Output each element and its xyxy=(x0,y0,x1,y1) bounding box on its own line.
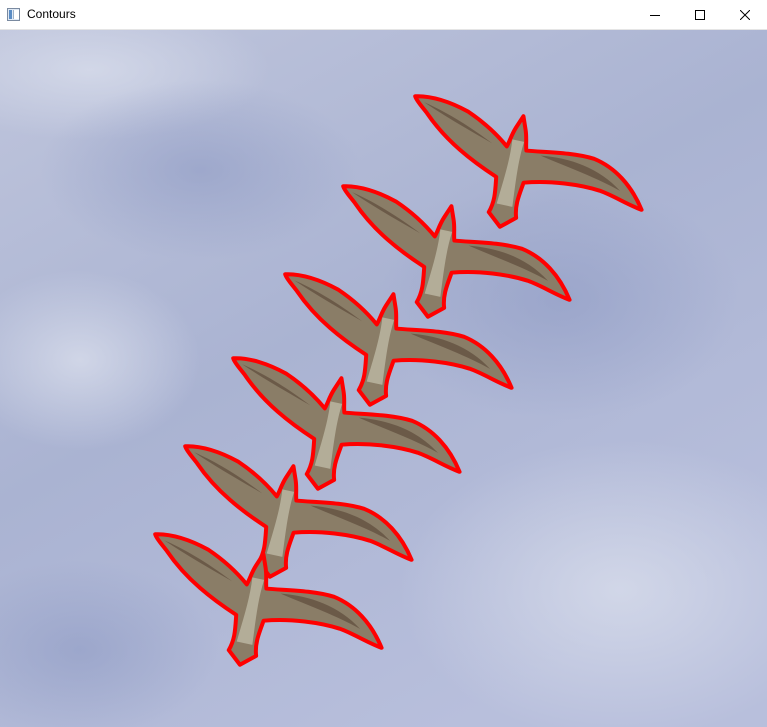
close-icon xyxy=(740,9,750,20)
contour-image xyxy=(0,30,767,727)
minimize-icon xyxy=(650,14,660,16)
maximize-icon xyxy=(695,9,705,20)
app-icon xyxy=(7,8,20,21)
image-canvas xyxy=(0,30,767,727)
title-bar[interactable]: Contours xyxy=(0,0,767,30)
window-title: Contours xyxy=(27,7,76,21)
app-window: Contours xyxy=(0,0,767,727)
minimize-button[interactable] xyxy=(632,0,678,29)
close-button[interactable] xyxy=(722,0,767,29)
cloud-shadow xyxy=(40,80,360,260)
maximize-button[interactable] xyxy=(677,0,723,29)
